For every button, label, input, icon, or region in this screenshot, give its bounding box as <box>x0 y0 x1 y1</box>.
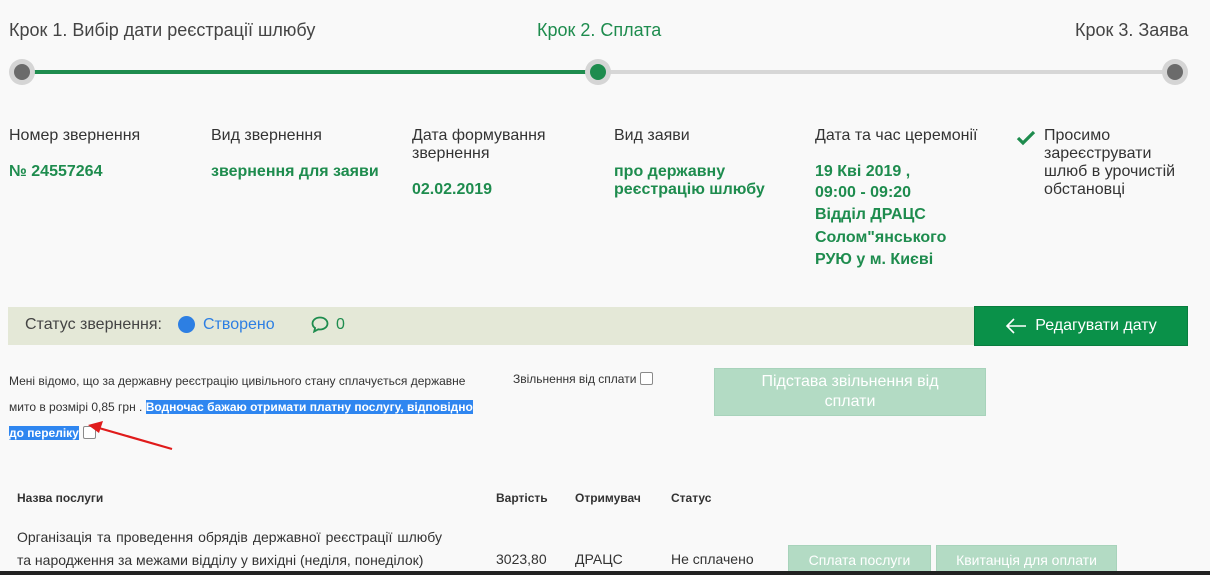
progress-track-pending <box>598 70 1176 74</box>
check-icon <box>1016 130 1036 146</box>
request-number-value: № 24557264 <box>9 163 103 180</box>
progress-track-done <box>22 70 598 74</box>
comments-count[interactable]: 0 <box>336 316 345 334</box>
step-1-dot <box>9 59 35 85</box>
exemption-field: Звільнення від сплати <box>513 372 654 386</box>
cost-cell: 3023,80 <box>496 551 547 567</box>
request-type-label: Вид звернення <box>211 127 322 144</box>
header-recipient: Отримувач <box>575 491 641 505</box>
header-cost: Вартість <box>496 491 548 505</box>
edit-date-button[interactable]: Редагувати дату <box>974 306 1188 346</box>
service-name-cell: Організація та проведення обрядів держав… <box>17 529 442 568</box>
consent-paragraph: Мені відомо, що за державну реєстрацію ц… <box>9 368 479 446</box>
ceremony-date: 19 Кві 2019 , <box>815 163 911 180</box>
application-type-value: про державну реєстрацію шлюбу <box>614 163 765 198</box>
status-indicator-icon <box>178 316 195 333</box>
ceremony-office-line-2: Солом"янського <box>815 229 947 246</box>
ceremony-office-line-1: Відділ ДРАЦС <box>815 206 926 223</box>
date-formed-label: Дата формування звернення <box>412 127 546 162</box>
step-2-dot <box>585 59 611 85</box>
date-formed-value: 02.02.2019 <box>412 181 493 198</box>
header-service-name: Назва послуги <box>17 491 104 505</box>
edit-date-label: Редагувати дату <box>1035 317 1157 334</box>
request-number-label: Номер звернення <box>9 127 141 144</box>
step-3-dot <box>1162 59 1188 85</box>
annotation-arrow-icon <box>88 421 173 451</box>
header-status: Статус <box>671 491 712 505</box>
ceremony-time: 09:00 - 09:20 <box>815 184 912 201</box>
step-1-label: Крок 1. Вибір дати реєстрації шлюбу <box>9 20 316 40</box>
recipient-cell: ДРАЦС <box>575 551 623 567</box>
status-label: Статус звернення: <box>25 316 162 333</box>
ceremony-details: 19 Кві 2019 , 09:00 - 09:20 Відділ ДРАЦС… <box>815 163 1005 273</box>
status-value: Створено <box>203 316 275 333</box>
ceremony-office-line-3: РУЮ у м. Києві <box>815 251 934 268</box>
application-type-label: Вид заяви <box>614 127 690 144</box>
exemption-basis-button[interactable]: Підстава звільнення від сплати <box>714 368 986 416</box>
exemption-label: Звільнення від сплати <box>513 372 637 386</box>
step-3-label: Крок 3. Заява <box>1075 20 1189 40</box>
arrow-left-icon <box>1006 318 1027 334</box>
ceremony-label: Дата та час церемонії <box>815 127 978 144</box>
solemn-ceremony-request: Просимо зареєструвати шлюб в урочистій о… <box>1044 127 1176 198</box>
comment-icon[interactable] <box>311 316 329 333</box>
window-bottom-edge <box>0 571 1210 575</box>
exemption-checkbox[interactable] <box>640 372 654 385</box>
request-type-value: звернення для заяви <box>211 163 379 180</box>
status-cell: Не сплачено <box>671 551 754 567</box>
step-2-label: Крок 2. Сплата <box>537 20 662 40</box>
